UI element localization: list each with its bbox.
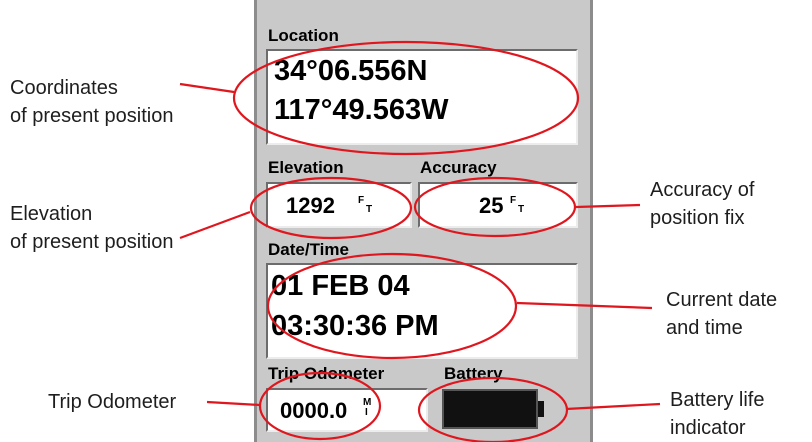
coordinates-highlight	[232, 40, 580, 156]
callout-datetime: Current date and time	[666, 286, 777, 342]
callout-coordinates: Coordinates of present position	[10, 74, 173, 130]
odometer-leader	[206, 400, 261, 407]
datetime-leader	[516, 301, 653, 310]
callout-datetime-line-2: and time	[666, 317, 743, 339]
callout-battery-line-2: indicator	[670, 417, 746, 439]
callout-battery: Battery life indicator	[670, 386, 764, 442]
callout-odometer-line-1: Trip Odometer	[48, 391, 177, 413]
odometer-highlight	[258, 371, 382, 441]
elevation-highlight	[249, 176, 413, 240]
battery-leader	[565, 402, 661, 411]
accuracy-leader	[575, 203, 641, 209]
battery-highlight	[417, 376, 569, 442]
coordinates-leader	[179, 82, 235, 94]
callout-datetime-line-1: Current date	[666, 289, 778, 311]
callout-elevation-line-1: Elevation	[10, 203, 93, 225]
callout-accuracy-line-1: Accuracy of	[650, 179, 755, 201]
callout-odometer: Trip Odometer	[48, 388, 176, 416]
callout-coordinates-line-1: Coordinates	[10, 77, 118, 99]
callout-elevation: Elevation of present position	[10, 200, 173, 256]
callout-coordinates-line-2: of present position	[10, 105, 174, 127]
callout-accuracy: Accuracy of position fix	[650, 176, 754, 232]
callout-battery-line-1: Battery life	[670, 389, 765, 411]
callout-elevation-line-2: of present position	[10, 231, 174, 253]
callout-accuracy-line-2: position fix	[650, 207, 745, 229]
datetime-highlight	[266, 252, 518, 360]
accuracy-highlight	[413, 176, 577, 238]
elevation-leader	[179, 210, 251, 240]
